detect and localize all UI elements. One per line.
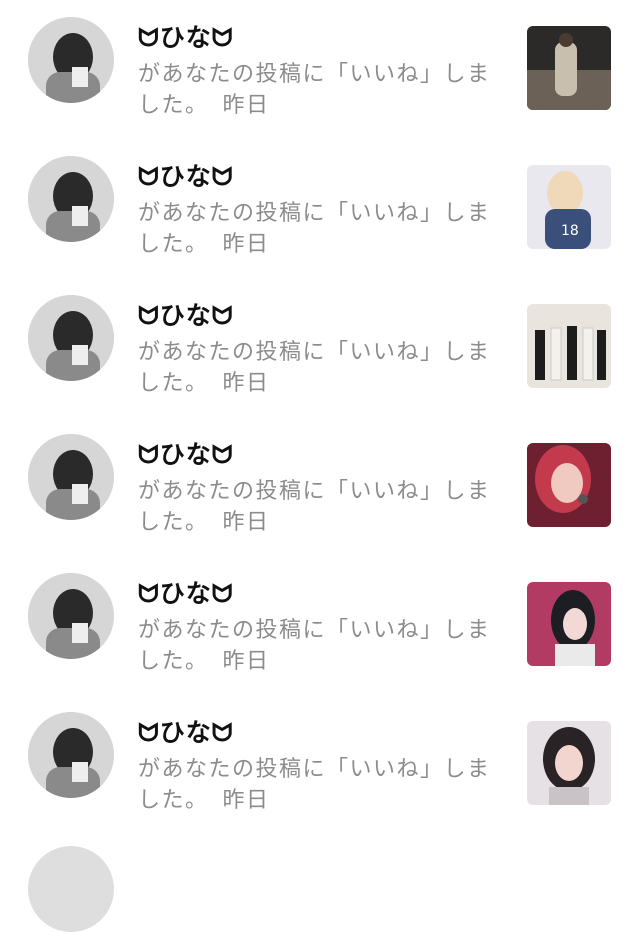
username[interactable]: ᗢひなᗢ xyxy=(138,577,498,611)
post-thumbnail[interactable] xyxy=(527,26,611,110)
timestamp: 昨日 xyxy=(222,371,270,396)
notification-row[interactable]: ᗢひなᗢ があなたの投稿に「いいね」しました。 昨日 xyxy=(0,712,640,851)
avatar[interactable] xyxy=(28,434,114,520)
username[interactable]: ᗢひなᗢ xyxy=(138,21,498,55)
username[interactable]: ᗢひなᗢ xyxy=(138,299,498,333)
message-text: があなたの投稿に「いいね」しました。 xyxy=(138,201,491,257)
svg-text:18: 18 xyxy=(561,223,579,239)
avatar[interactable] xyxy=(28,573,114,659)
message-text: があなたの投稿に「いいね」しました。 xyxy=(138,618,491,674)
avatar[interactable] xyxy=(28,156,114,242)
notification-message: があなたの投稿に「いいね」しました。 昨日 xyxy=(138,337,498,399)
post-thumbnail[interactable] xyxy=(527,721,611,805)
post-thumbnail[interactable]: 18 xyxy=(527,165,611,249)
avatar[interactable] xyxy=(28,846,114,932)
notification-row[interactable]: ᗢひなᗢ があなたの投稿に「いいね」しました。 昨日 xyxy=(0,573,640,712)
avatar[interactable] xyxy=(28,712,114,798)
notification-message: があなたの投稿に「いいね」しました。 昨日 xyxy=(138,476,498,538)
post-thumbnail[interactable] xyxy=(527,304,611,388)
notification-row[interactable]: ᗢひなᗢ があなたの投稿に「いいね」しました。 昨日 xyxy=(0,434,640,573)
message-text: があなたの投稿に「いいね」しました。 xyxy=(138,479,491,535)
post-thumbnail[interactable] xyxy=(527,443,611,527)
notification-row[interactable]: ᗢひなᗢ があなたの投稿に「いいね」しました。 昨日 18 xyxy=(0,156,640,295)
timestamp: 昨日 xyxy=(222,232,270,257)
notification-message: があなたの投稿に「いいね」しました。 昨日 xyxy=(138,198,498,260)
notification-list: ᗢひなᗢ があなたの投稿に「いいね」しました。 昨日 ᗢひなᗢ があなたの投稿に「… xyxy=(0,0,640,851)
username[interactable]: ᗢひなᗢ xyxy=(138,160,498,194)
notification-row[interactable]: ᗢひなᗢ があなたの投稿に「いいね」しました。 昨日 xyxy=(0,17,640,156)
post-thumbnail[interactable] xyxy=(527,582,611,666)
message-text: があなたの投稿に「いいね」しました。 xyxy=(138,340,491,396)
timestamp: 昨日 xyxy=(222,649,270,674)
notification-message: があなたの投稿に「いいね」しました。 昨日 xyxy=(138,754,498,816)
notification-message: があなたの投稿に「いいね」しました。 昨日 xyxy=(138,615,498,677)
timestamp: 昨日 xyxy=(222,93,270,118)
timestamp: 昨日 xyxy=(222,510,270,535)
notification-row[interactable]: ᗢひなᗢ があなたの投稿に「いいね」しました。 昨日 xyxy=(0,295,640,434)
avatar[interactable] xyxy=(28,295,114,381)
timestamp: 昨日 xyxy=(222,788,270,813)
username[interactable]: ᗢひなᗢ xyxy=(138,438,498,472)
avatar[interactable] xyxy=(28,17,114,103)
message-text: があなたの投稿に「いいね」しました。 xyxy=(138,757,491,813)
username[interactable]: ᗢひなᗢ xyxy=(138,716,498,750)
message-text: があなたの投稿に「いいね」しました。 xyxy=(138,62,491,118)
notification-message: があなたの投稿に「いいね」しました。 昨日 xyxy=(138,59,498,121)
